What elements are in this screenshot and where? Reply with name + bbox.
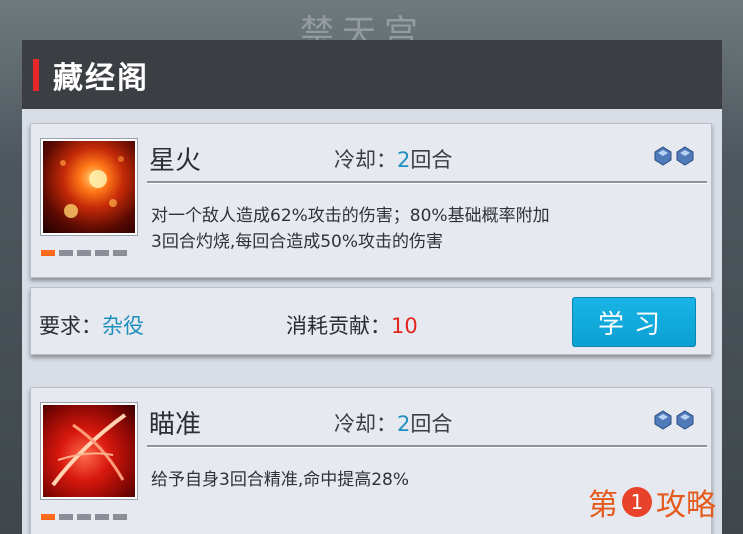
card-divider xyxy=(147,181,707,183)
title-accent-bar xyxy=(33,58,39,91)
skill-card-xinghuo[interactable]: 星火 冷却：2回合 对一个敌人造成62%攻击的伤害；80%基础概率附加 3回合灼… xyxy=(30,123,712,278)
description-line: 对一个敌人造成62%攻击的伤害；80%基础概率附加 xyxy=(151,206,550,226)
cooldown-unit: 回合 xyxy=(410,148,453,172)
aim-skill-icon xyxy=(41,403,137,499)
level-dot xyxy=(59,514,73,520)
gem-icon xyxy=(654,146,672,166)
level-dot xyxy=(113,250,127,256)
level-dot xyxy=(41,514,55,520)
cooldown-value: 2 xyxy=(397,412,411,436)
panel-title: 藏经阁 xyxy=(53,60,149,96)
watermark-text-right: 攻略 xyxy=(656,488,716,523)
skill-level-dots xyxy=(41,514,127,520)
gem-icon xyxy=(654,410,672,430)
level-dot xyxy=(113,514,127,520)
card-divider xyxy=(147,445,707,447)
library-panel: 藏经阁 星火 冷却：2回合 对一个敌人造成62%攻击的伤害；80%基础概率附加 xyxy=(22,40,722,534)
skill-level-dots xyxy=(41,250,127,256)
cooldown-unit: 回合 xyxy=(410,412,453,436)
level-dot xyxy=(77,250,91,256)
cooldown-label: 冷却： xyxy=(334,412,397,436)
level-dot xyxy=(41,250,55,256)
cooldown-value: 2 xyxy=(397,148,411,172)
requirement-row: 要求：杂役 消耗贡献：10 学习 xyxy=(30,287,712,355)
description-line: 3回合灼烧,每回合造成50%攻击的伤害 xyxy=(151,232,444,252)
learn-button[interactable]: 学习 xyxy=(572,297,696,347)
cost-label-text: 消耗贡献： xyxy=(286,314,391,338)
requirement-value: 杂役 xyxy=(102,314,144,338)
watermark-text-left: 第 xyxy=(588,488,618,523)
site-watermark: 第 1 攻略 xyxy=(588,480,716,524)
cost-label: 消耗贡献：10 xyxy=(286,310,418,340)
level-dot xyxy=(95,250,109,256)
panel-header: 藏经阁 xyxy=(22,40,722,109)
gem-icon xyxy=(676,410,694,430)
watermark-number: 1 xyxy=(622,487,652,517)
level-dot xyxy=(59,250,73,256)
fire-skill-icon xyxy=(41,139,137,235)
skill-name: 瞄准 xyxy=(149,410,202,440)
requirement-label: 要求：杂役 xyxy=(39,310,144,340)
skill-cooldown: 冷却：2回合 xyxy=(334,144,452,174)
level-dot xyxy=(77,514,91,520)
cost-value: 10 xyxy=(391,314,418,338)
level-dot xyxy=(95,514,109,520)
skill-description: 对一个敌人造成62%攻击的伤害；80%基础概率附加 3回合灼烧,每回合造成50%… xyxy=(151,203,703,255)
skill-cooldown: 冷却：2回合 xyxy=(334,408,452,438)
gem-icon xyxy=(676,146,694,166)
skill-name: 星火 xyxy=(149,146,202,176)
cooldown-label: 冷却： xyxy=(334,148,397,172)
req-label-text: 要求： xyxy=(39,314,102,338)
